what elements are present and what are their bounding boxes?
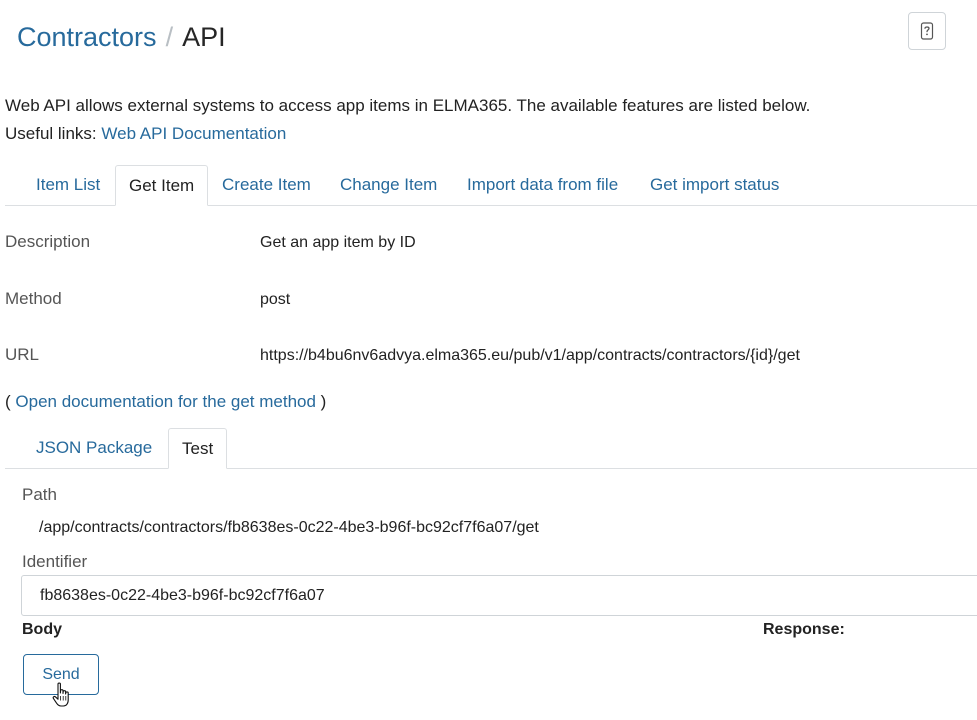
api-tabs: Item List Get Item Create Item Change It…	[5, 165, 977, 206]
tab-change-item[interactable]: Change Item	[340, 165, 437, 206]
tab-create-item[interactable]: Create Item	[222, 165, 311, 206]
identifier-label: Identifier	[22, 552, 88, 571]
breadcrumb-separator: /	[165, 22, 174, 52]
question-icon	[920, 22, 934, 40]
method-doc-line: ( Open documentation for the get method …	[5, 390, 326, 414]
tab-item-list[interactable]: Item List	[36, 165, 100, 206]
test-subtabs: JSON Package Test	[5, 428, 977, 469]
help-button[interactable]	[908, 12, 946, 50]
intro-text: Web API allows external systems to acces…	[5, 92, 810, 148]
url-value: https://b4bu6nv6advya.elma365.eu/pub/v1/…	[260, 347, 800, 364]
url-label: URL	[5, 345, 40, 364]
web-api-doc-link[interactable]: Web API Documentation	[101, 124, 286, 143]
identifier-input[interactable]	[21, 575, 977, 616]
breadcrumb-contractors[interactable]: Contractors	[17, 22, 157, 52]
tab-test[interactable]: Test	[168, 428, 228, 469]
tab-import-data[interactable]: Import data from file	[467, 165, 618, 206]
tab-json-package[interactable]: JSON Package	[36, 428, 152, 469]
tab-import-status[interactable]: Get import status	[650, 165, 779, 206]
tab-get-item[interactable]: Get Item	[115, 165, 209, 206]
description-label: Description	[5, 232, 91, 251]
method-doc-link[interactable]: Open documentation for the get method	[15, 392, 316, 411]
close-paren: )	[320, 392, 327, 411]
body-label: Body	[22, 621, 62, 638]
open-paren: (	[5, 392, 11, 411]
response-label: Response:	[763, 621, 845, 638]
hand-pointer-icon	[52, 682, 69, 707]
page-title: Contractors / API	[17, 20, 226, 54]
path-value: /app/contracts/contractors/fb8638es-0c22…	[39, 519, 539, 536]
description-value: Get an app item by ID	[260, 234, 416, 251]
useful-links: Useful links: Web API Documentation	[5, 120, 810, 148]
path-label: Path	[22, 485, 57, 504]
breadcrumb-current: API	[182, 22, 226, 52]
method-label: Method	[5, 289, 62, 308]
useful-links-label: Useful links:	[5, 124, 97, 143]
method-value: post	[260, 291, 291, 308]
intro-description: Web API allows external systems to acces…	[5, 96, 811, 115]
api-page: Contractors / API Web API allows external …	[0, 0, 977, 720]
